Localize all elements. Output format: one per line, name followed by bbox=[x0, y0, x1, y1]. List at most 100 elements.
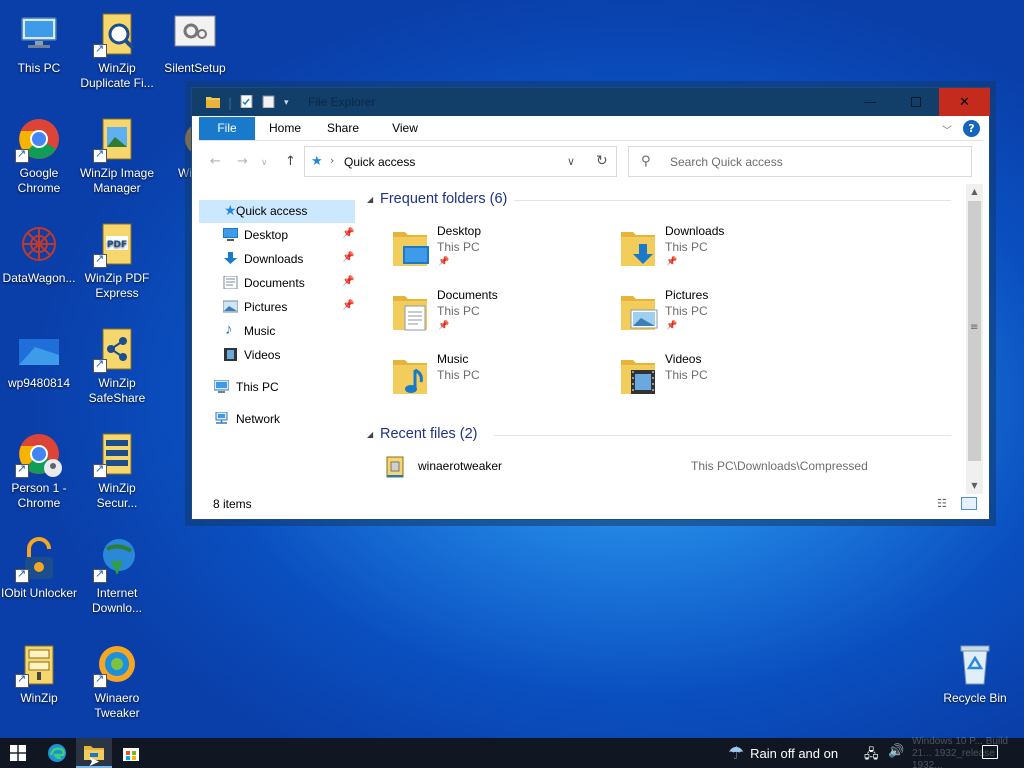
tab-home[interactable]: Home bbox=[265, 117, 305, 140]
tab-view[interactable]: View bbox=[387, 117, 423, 140]
scroll-up-icon[interactable]: ▲ bbox=[966, 184, 983, 200]
desktop-icon-internet-download-manager[interactable]: Internet Downlo... bbox=[78, 535, 156, 616]
help-icon[interactable]: ? bbox=[963, 120, 980, 137]
desktop-icon-label: Recycle Bin bbox=[943, 691, 1007, 705]
store-icon bbox=[123, 748, 139, 761]
folder-tile-documents[interactable]: Documents This PC 📌 bbox=[391, 288, 591, 344]
sidebar-item-this-pc[interactable]: This PC bbox=[199, 376, 355, 399]
desktop-icon-wp9480814[interactable]: wp9480814 bbox=[0, 325, 78, 391]
sidebar-item-documents[interactable]: Documents 📌 bbox=[199, 272, 355, 295]
sidebar-item-videos[interactable]: Videos bbox=[199, 344, 355, 367]
sidebar-item-quick-access[interactable]: ★ Quick access bbox=[199, 200, 355, 223]
large-icons-view-icon[interactable] bbox=[961, 497, 977, 510]
customize-toolbar-chevron-icon[interactable]: ▾ bbox=[284, 98, 289, 108]
desktop-icon-winzip-pdf-express[interactable]: PDF WinZip PDF Express bbox=[78, 220, 156, 301]
collapse-chevron-icon[interactable]: ◢ bbox=[367, 430, 373, 439]
search-icon: ⚲ bbox=[641, 154, 651, 169]
collapse-chevron-icon[interactable]: ◢ bbox=[367, 195, 373, 204]
volume-icon[interactable]: 🔊 bbox=[888, 744, 904, 759]
datawagon-icon bbox=[15, 220, 63, 268]
desktop-icon-google-chrome[interactable]: Google Chrome bbox=[0, 115, 78, 196]
folder-tile-downloads[interactable]: Downloads This PC 📌 bbox=[619, 224, 819, 280]
desktop-icon-winzip[interactable]: WinZip bbox=[0, 640, 78, 706]
group-header-frequent-folders[interactable]: ◢ Frequent folders (6) bbox=[359, 191, 959, 211]
desktop-icon-label: IObit Unlocker bbox=[0, 586, 78, 600]
recent-locations-chevron-icon[interactable]: ∨ bbox=[261, 158, 268, 168]
shortcut-arrow-icon bbox=[93, 462, 107, 478]
refresh-icon[interactable]: ↻ bbox=[596, 153, 608, 169]
new-folder-icon[interactable] bbox=[262, 95, 276, 111]
search-placeholder: Search Quick access bbox=[670, 155, 783, 169]
desktop-icon-winzip-duplicate[interactable]: WinZip Duplicate Fi... bbox=[78, 10, 156, 91]
desktop-icon-recycle-bin[interactable]: Recycle Bin bbox=[936, 640, 1014, 706]
minimize-button[interactable]: — bbox=[847, 88, 893, 116]
desktop-icon-label: DataWagon... bbox=[2, 271, 76, 285]
folder-name: Documents bbox=[437, 288, 498, 302]
details-view-icon[interactable]: ☷ bbox=[937, 497, 953, 511]
desktop-icon-winzip-secure[interactable]: WinZip Secur... bbox=[78, 430, 156, 511]
breadcrumb-chevron-icon[interactable]: › bbox=[330, 154, 334, 167]
sidebar-item-downloads[interactable]: Downloads 📌 bbox=[199, 248, 355, 271]
desktop-icon-this-pc[interactable]: This PC bbox=[0, 10, 78, 76]
tab-share[interactable]: Share bbox=[321, 117, 365, 140]
sidebar-item-music[interactable]: ♪ Music bbox=[199, 320, 355, 343]
address-dropdown-chevron-icon[interactable]: ∨ bbox=[567, 155, 575, 168]
desktop-icon-label: WinZip PDF Express bbox=[84, 271, 150, 300]
folder-name: Videos bbox=[665, 352, 702, 366]
address-bar[interactable]: ★ › Quick access ∨ ↻ bbox=[304, 146, 617, 177]
scroll-thumb[interactable] bbox=[968, 201, 981, 461]
desktop-icon-label: wp9480814 bbox=[7, 376, 71, 390]
desktop-icon-person-1-chrome[interactable]: Person 1 - Chrome bbox=[0, 430, 78, 511]
desktop-icon-iobit-unlocker[interactable]: IObit Unlocker bbox=[0, 535, 78, 601]
folder-tile-videos[interactable]: Videos This PC bbox=[619, 352, 819, 408]
close-button[interactable]: ✕ bbox=[939, 88, 990, 116]
breadcrumb[interactable]: Quick access bbox=[344, 155, 415, 169]
group-header-recent-files[interactable]: ◢ Recent files (2) bbox=[359, 426, 959, 446]
start-button[interactable] bbox=[0, 738, 36, 768]
close-icon: ✕ bbox=[959, 94, 970, 110]
pin-icon: 📌 bbox=[342, 252, 355, 263]
shortcut-arrow-icon bbox=[93, 252, 107, 268]
taskbar-store-button[interactable] bbox=[114, 738, 148, 768]
folder-location: This PC bbox=[665, 304, 708, 318]
vertical-scrollbar[interactable]: ▲ ▼ bbox=[966, 184, 983, 494]
desktop-icon-winzip-safeshare[interactable]: WinZip SafeShare bbox=[78, 325, 156, 406]
desktop-icon-winaero-tweaker[interactable]: Winaero Tweaker bbox=[78, 640, 156, 721]
list-item[interactable]: winaerotweaker This PC\Downloads\Compres… bbox=[384, 456, 964, 482]
sidebar-item-label: Desktop bbox=[244, 228, 289, 242]
sidebar-item-pictures[interactable]: Pictures 📌 bbox=[199, 296, 355, 319]
desktop-icon-datawagon[interactable]: DataWagon... bbox=[0, 220, 78, 286]
windows-logo-icon bbox=[10, 745, 26, 761]
music-folder-icon bbox=[393, 360, 427, 394]
scroll-down-icon[interactable]: ▼ bbox=[966, 478, 983, 494]
desktop-icon-winzip-image-manager[interactable]: WinZip Image Manager bbox=[78, 115, 156, 196]
folder-tile-pictures[interactable]: Pictures This PC 📌 bbox=[619, 288, 819, 344]
forward-arrow-icon[interactable]: → bbox=[237, 154, 248, 169]
file-explorer-window[interactable]: | ▾ File Explorer — ✕ File Home Share Vi… bbox=[191, 87, 990, 520]
desktop-icon-label: WinZip Secur... bbox=[96, 481, 138, 510]
network-icon[interactable]: 🖧 bbox=[864, 745, 879, 767]
sidebar-item-network[interactable]: Network bbox=[199, 408, 355, 431]
tab-file[interactable]: File bbox=[199, 117, 255, 140]
back-arrow-icon[interactable]: ← bbox=[210, 154, 221, 169]
weather-widget[interactable]: ☂ Rain off and on bbox=[728, 743, 838, 764]
expand-ribbon-chevron-icon[interactable]: ﹀ bbox=[942, 122, 952, 137]
search-input[interactable]: ⚲ Search Quick access bbox=[628, 146, 972, 177]
winzip-safeshare-icon bbox=[93, 325, 141, 373]
maximize-button[interactable] bbox=[893, 88, 939, 116]
sidebar-item-desktop[interactable]: Desktop 📌 bbox=[199, 224, 355, 247]
properties-icon[interactable] bbox=[240, 94, 254, 111]
title-bar[interactable]: | ▾ File Explorer — ✕ bbox=[192, 88, 990, 116]
sidebar-item-label: Network bbox=[236, 412, 281, 426]
desktop-icon-silentsetup[interactable]: SilentSetup bbox=[156, 10, 234, 76]
folder-location: This PC bbox=[437, 304, 480, 318]
pin-icon: 📌 bbox=[438, 256, 450, 266]
zip-file-icon bbox=[386, 456, 404, 478]
mouse-cursor-icon: ➤ bbox=[88, 754, 100, 768]
folder-tile-music[interactable]: Music This PC bbox=[391, 352, 591, 408]
pin-icon: 📌 bbox=[342, 300, 355, 311]
taskbar-edge-button[interactable] bbox=[40, 738, 74, 768]
window-title: File Explorer bbox=[308, 95, 376, 109]
up-arrow-icon[interactable]: ↑ bbox=[285, 154, 296, 169]
folder-tile-desktop[interactable]: Desktop This PC 📌 bbox=[391, 224, 591, 280]
